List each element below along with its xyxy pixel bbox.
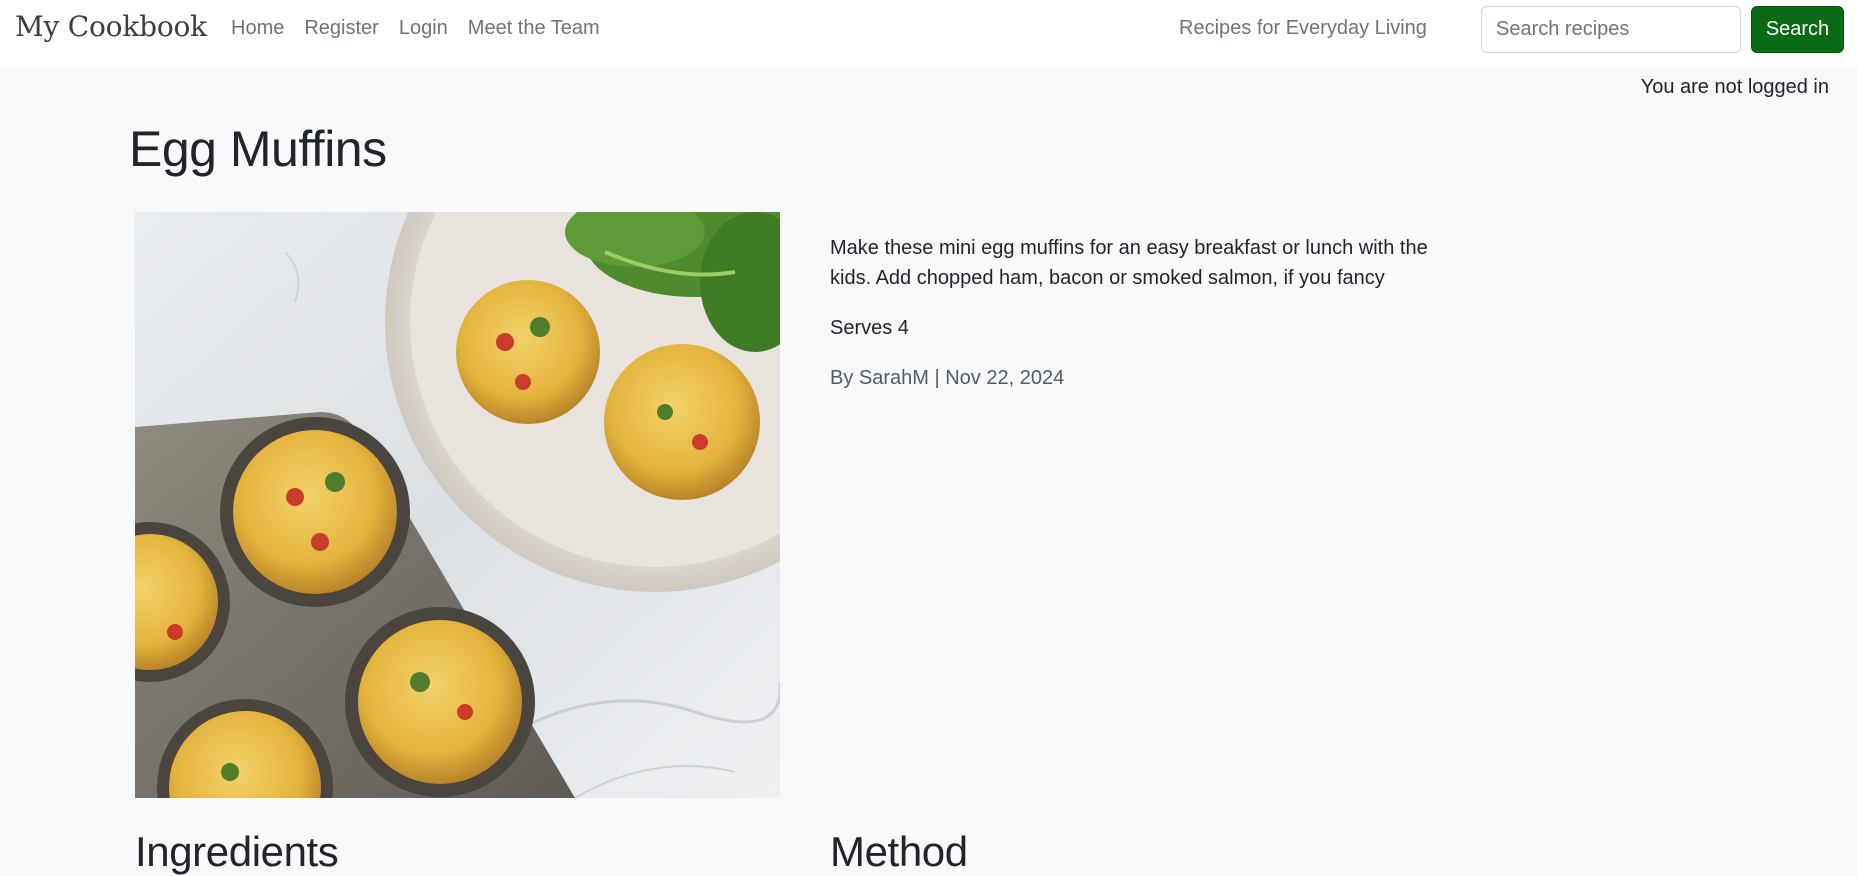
recipe-serves: Serves 4 (830, 317, 909, 339)
recipe-byline: By SarahM | Nov 22, 2024 (830, 367, 1065, 389)
brand-logo-link[interactable]: My Cookbook (15, 10, 207, 43)
nav-link-register[interactable]: Register (304, 17, 378, 40)
search-button[interactable]: Search (1751, 6, 1844, 53)
nav-link-meet-the-team[interactable]: Meet the Team (468, 17, 600, 40)
recipe-title: Egg Muffins (129, 121, 387, 177)
nav-link-login[interactable]: Login (399, 17, 448, 40)
ingredients-heading: Ingredients (135, 828, 339, 875)
recipe-description: Make these mini egg muffins for an easy … (830, 237, 1428, 289)
method-heading: Method (830, 828, 968, 875)
login-status: You are not logged in (1640, 76, 1829, 98)
nav-links: Home Register Login Meet the Team (231, 17, 620, 40)
recipe-info: Make these mini egg muffins for an easy … (830, 233, 1450, 393)
nav-link-home[interactable]: Home (231, 17, 284, 40)
navbar: My Cookbook Home Register Login Meet the… (0, 0, 1857, 67)
egg-muffins-photo (135, 212, 780, 798)
search-input[interactable] (1481, 6, 1741, 53)
site-tagline: Recipes for Everyday Living (1179, 17, 1427, 39)
recipe-image (135, 212, 780, 798)
